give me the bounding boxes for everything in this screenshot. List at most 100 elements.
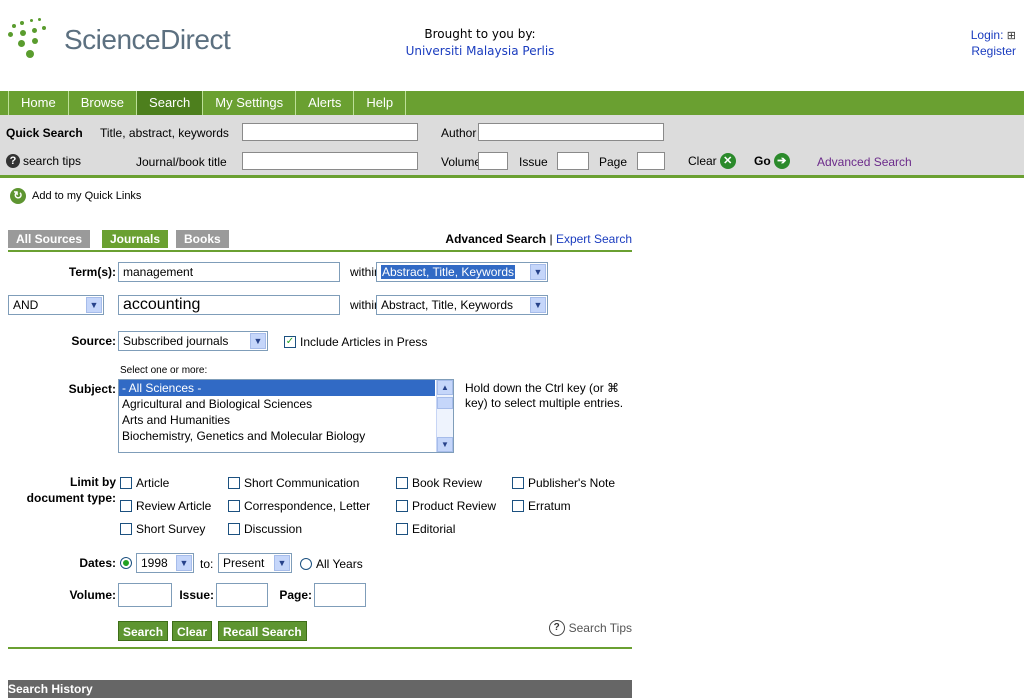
- search-button[interactable]: Search: [118, 621, 169, 641]
- expert-search-link[interactable]: Expert Search: [556, 232, 632, 246]
- subject-option[interactable]: Biochemistry, Genetics and Molecular Bio…: [119, 428, 453, 444]
- scroll-thumb[interactable]: [437, 397, 453, 409]
- search-tips-label[interactable]: search tips: [23, 154, 81, 168]
- source-select[interactable]: Subscribed journals ▼: [118, 331, 268, 351]
- expand-icon[interactable]: ⊞: [1007, 30, 1016, 42]
- chevron-down-icon[interactable]: ▼: [176, 555, 192, 571]
- clear-x-icon[interactable]: ✕: [719, 153, 736, 169]
- issue-label: Issue:: [179, 588, 214, 602]
- subject-option[interactable]: Agricultural and Biological Sciences: [119, 396, 453, 412]
- nav-browse[interactable]: Browse: [67, 91, 136, 115]
- login-label[interactable]: Login:: [971, 28, 1004, 42]
- all-years-radio[interactable]: All Years: [300, 557, 363, 571]
- doctype-label: Book Review: [412, 476, 483, 490]
- operator-select[interactable]: AND ▼: [8, 295, 104, 315]
- doctype-checkbox[interactable]: Erratum: [512, 499, 571, 513]
- logo-dots-icon: [8, 18, 56, 62]
- doctype-label: Product Review: [412, 499, 497, 513]
- nav-search[interactable]: Search: [136, 91, 203, 115]
- mode-separator: |: [549, 232, 553, 246]
- add-quick-links[interactable]: ↻ Add to my Quick Links: [10, 188, 141, 204]
- advanced-search-link[interactable]: Advanced Search: [817, 155, 912, 169]
- clear-label[interactable]: Clear: [688, 154, 717, 168]
- quick-search-bar: Quick Search Title, abstract, keywords A…: [0, 115, 1024, 178]
- author-input[interactable]: [478, 123, 664, 141]
- chevron-down-icon[interactable]: ▼: [86, 297, 102, 313]
- scroll-down-icon[interactable]: ▼: [437, 437, 453, 452]
- subject-option[interactable]: Arts and Humanities: [119, 412, 453, 428]
- subject-option[interactable]: - All Sciences -: [119, 380, 435, 396]
- include-press-checkbox[interactable]: ✓ Include Articles in Press: [284, 335, 427, 349]
- doctype-checkbox[interactable]: Product Review: [396, 499, 496, 513]
- nav-alerts[interactable]: Alerts: [295, 91, 353, 115]
- doctype-checkbox[interactable]: Short Communication: [228, 476, 359, 490]
- quick-links-icon[interactable]: ↻: [10, 188, 26, 204]
- search-tips-label[interactable]: Search Tips: [569, 621, 632, 635]
- source-label: Source:: [71, 334, 116, 348]
- doctype-checkbox[interactable]: Short Survey: [120, 522, 205, 536]
- register-link[interactable]: Register: [971, 44, 1016, 59]
- source-value: Subscribed journals: [123, 334, 229, 348]
- login-link[interactable]: Login: ⊞: [971, 28, 1016, 44]
- within1-select[interactable]: Abstract, Title, Keywords ▼: [376, 262, 548, 282]
- page-input[interactable]: [314, 583, 366, 607]
- nav-home[interactable]: Home: [8, 91, 68, 115]
- all-years-label: All Years: [316, 557, 363, 571]
- recall-search-button[interactable]: Recall Search: [218, 621, 307, 641]
- go-arrow-icon[interactable]: ➔: [773, 153, 790, 169]
- title-abstract-input[interactable]: [242, 123, 418, 141]
- tab-all-sources[interactable]: All Sources: [8, 230, 91, 248]
- main-nav: Home Browse Search My Settings Alerts He…: [0, 91, 1024, 116]
- doctype-label: Correspondence, Letter: [244, 499, 371, 513]
- help-icon[interactable]: ?: [548, 620, 565, 636]
- doctype-checkbox[interactable]: Correspondence, Letter: [228, 499, 370, 513]
- journal-title-label: Journal/book title: [136, 155, 227, 169]
- checkmark-icon[interactable]: ✓: [284, 336, 296, 348]
- nav-help[interactable]: Help: [353, 91, 407, 115]
- date-to-select[interactable]: Present ▼: [218, 553, 292, 573]
- page-input[interactable]: [637, 152, 665, 170]
- date-from-value: 1998: [141, 556, 168, 570]
- issue-input[interactable]: [216, 583, 268, 607]
- nav-my-settings[interactable]: My Settings: [202, 91, 295, 115]
- doctype-label: Discussion: [244, 522, 303, 536]
- volume-input[interactable]: [118, 583, 172, 607]
- clear-button[interactable]: Clear: [172, 621, 213, 641]
- go-label[interactable]: Go: [754, 154, 771, 168]
- issue-input[interactable]: [557, 152, 589, 170]
- quick-links-label[interactable]: Add to my Quick Links: [32, 190, 141, 202]
- clear-button[interactable]: Clear ✕: [688, 153, 736, 169]
- term2-input[interactable]: accounting: [118, 295, 340, 315]
- doctype-checkbox[interactable]: Review Article: [120, 499, 211, 513]
- journal-title-input[interactable]: [242, 152, 418, 170]
- doctype-checkbox[interactable]: Article: [120, 476, 169, 490]
- scroll-up-icon[interactable]: ▲: [437, 380, 453, 395]
- login-area: Login: ⊞ Register: [971, 28, 1016, 59]
- date-from-select[interactable]: 1998 ▼: [136, 553, 194, 573]
- tab-journals[interactable]: Journals: [102, 230, 169, 248]
- doctype-checkbox[interactable]: Editorial: [396, 522, 455, 536]
- institution-link[interactable]: Universiti Malaysia Perlis: [360, 43, 600, 60]
- brought-label: Brought to you by:: [424, 27, 536, 41]
- chevron-down-icon[interactable]: ▼: [530, 264, 546, 280]
- subject-list[interactable]: - All Sciences - Agricultural and Biolog…: [118, 379, 454, 453]
- brought-to-you-by: Brought to you by: Universiti Malaysia P…: [360, 26, 600, 60]
- search-tips-link[interactable]: ? search tips: [6, 154, 81, 168]
- chevron-down-icon[interactable]: ▼: [274, 555, 290, 571]
- doctype-checkbox[interactable]: Book Review: [396, 476, 482, 490]
- search-tips-link[interactable]: ? Search Tips: [548, 620, 632, 636]
- go-button[interactable]: Go ➔: [754, 153, 790, 169]
- subject-scrollbar[interactable]: ▲ ▼: [436, 380, 453, 452]
- doctype-label: Short Survey: [136, 522, 206, 536]
- chevron-down-icon[interactable]: ▼: [530, 297, 546, 313]
- within2-select[interactable]: Abstract, Title, Keywords ▼: [376, 295, 548, 315]
- volume-input[interactable]: [478, 152, 508, 170]
- tab-books[interactable]: Books: [176, 230, 229, 248]
- volume-label: Volume:: [69, 588, 116, 602]
- term1-input[interactable]: management: [118, 262, 340, 282]
- date-range-radio[interactable]: [120, 557, 132, 569]
- doctype-checkbox[interactable]: Publisher's Note: [512, 476, 615, 490]
- sciencedirect-logo[interactable]: ScienceDirect: [8, 18, 231, 62]
- chevron-down-icon[interactable]: ▼: [250, 333, 266, 349]
- doctype-checkbox[interactable]: Discussion: [228, 522, 302, 536]
